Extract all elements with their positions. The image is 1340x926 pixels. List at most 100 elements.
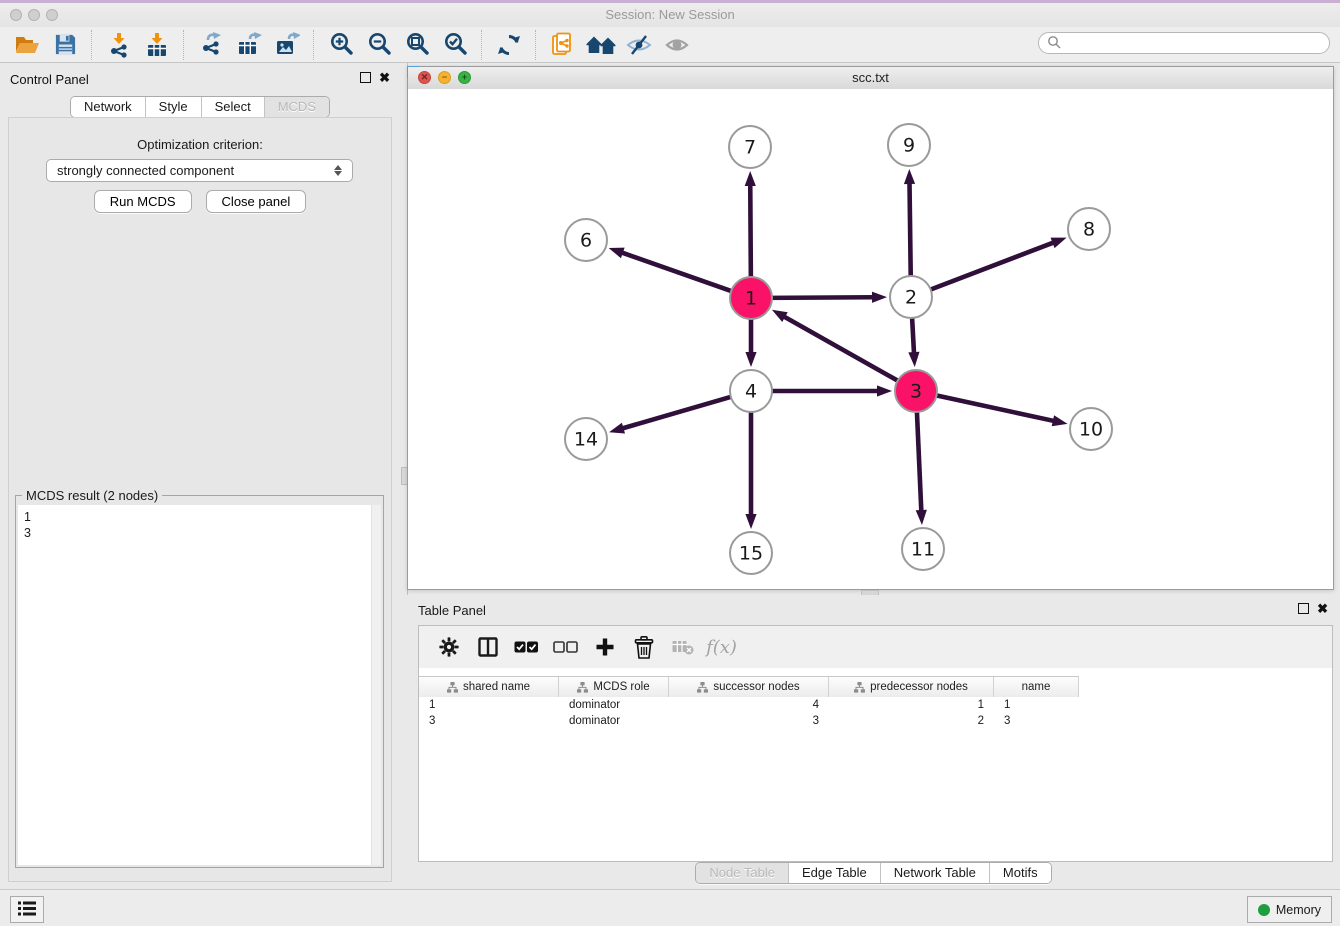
graph-node-8[interactable]: 8 xyxy=(1068,208,1110,250)
float-panel-icon[interactable] xyxy=(360,72,371,83)
graph-node-15[interactable]: 15 xyxy=(730,532,772,574)
export-network-icon[interactable] xyxy=(192,29,230,61)
graph-node-4[interactable]: 4 xyxy=(730,370,772,412)
graph-edge-3-11[interactable] xyxy=(916,410,927,525)
result-scrollbar[interactable] xyxy=(371,505,381,865)
svg-text:11: 11 xyxy=(911,539,935,561)
zoom-selected-icon[interactable] xyxy=(436,29,474,61)
graph-node-10[interactable]: 10 xyxy=(1070,408,1112,450)
graph-node-6[interactable]: 6 xyxy=(565,219,607,261)
graph-node-2[interactable]: 2 xyxy=(890,276,932,318)
export-image-icon[interactable] xyxy=(268,29,306,61)
run-mcds-button[interactable]: Run MCDS xyxy=(94,190,192,213)
app-titlebar[interactable]: Session: New Session xyxy=(0,0,1340,28)
home-icon[interactable] xyxy=(582,29,620,61)
network-window-titlebar[interactable]: ✕ − + scc.txt xyxy=(408,67,1333,90)
table-tab-edge-table[interactable]: Edge Table xyxy=(788,863,880,883)
column-tree-icon xyxy=(447,682,458,693)
graph-node-11[interactable]: 11 xyxy=(902,528,944,570)
toolbar-separator xyxy=(91,30,93,60)
tab-network[interactable]: Network xyxy=(71,97,145,117)
tab-select[interactable]: Select xyxy=(201,97,264,117)
table-cell[interactable]: 1 xyxy=(829,699,994,711)
graph-node-9[interactable]: 9 xyxy=(888,124,930,166)
zoom-in-icon[interactable] xyxy=(322,29,360,61)
import-network-icon[interactable] xyxy=(100,29,138,61)
graph-node-14[interactable]: 14 xyxy=(565,418,607,460)
graph-edge-3-1[interactable] xyxy=(772,310,900,382)
memory-button[interactable]: Memory xyxy=(1247,896,1332,923)
columns-icon[interactable] xyxy=(470,630,505,664)
graph-node-1[interactable]: 1 xyxy=(730,277,772,319)
network-canvas[interactable]: 1 2 3 4 6 7 8 9 10 11 14 15 xyxy=(408,89,1333,589)
deselect-all-icon[interactable] xyxy=(548,630,583,664)
settings-icon[interactable] xyxy=(431,630,466,664)
close-table-panel-icon[interactable]: ✖ xyxy=(1317,603,1328,614)
function-icon[interactable]: f(x) xyxy=(704,630,739,664)
column-header-MCDS-role[interactable]: MCDS role xyxy=(559,677,669,697)
select-all-icon[interactable] xyxy=(509,630,544,664)
save-session-icon[interactable] xyxy=(46,29,84,61)
column-header-shared-name[interactable]: shared name xyxy=(419,677,559,697)
search-field[interactable] xyxy=(1038,32,1330,54)
table-cell[interactable]: 3 xyxy=(669,715,829,727)
float-table-panel-icon[interactable] xyxy=(1298,603,1309,614)
criterion-select[interactable]: strongly connected component xyxy=(46,159,353,182)
control-panel: Control Panel ✖ NetworkStyleSelectMCDS O… xyxy=(0,63,400,890)
graph-edge-1-7[interactable] xyxy=(745,171,756,279)
graph-edge-4-14[interactable] xyxy=(609,396,733,433)
add-icon[interactable] xyxy=(587,630,622,664)
open-session-icon[interactable] xyxy=(8,29,46,61)
search-input[interactable] xyxy=(1066,35,1321,51)
graph-edge-2-9[interactable] xyxy=(904,169,915,278)
import-table-icon[interactable] xyxy=(138,29,176,61)
table-cell[interactable]: 1 xyxy=(994,699,1079,711)
table-cell[interactable]: 1 xyxy=(419,699,559,711)
graph-edge-3-10[interactable] xyxy=(935,395,1068,426)
hide-selected-icon[interactable] xyxy=(620,29,658,61)
column-header-name[interactable]: name xyxy=(994,677,1079,697)
column-label: MCDS role xyxy=(593,681,649,693)
network-file-icon[interactable] xyxy=(544,29,582,61)
table-cell[interactable]: dominator xyxy=(559,715,669,727)
tab-mcds[interactable]: MCDS xyxy=(264,97,329,117)
delete-icon[interactable] xyxy=(626,630,661,664)
export-table-icon[interactable] xyxy=(230,29,268,61)
graph-edge-4-15[interactable] xyxy=(745,410,756,529)
close-panel-icon[interactable]: ✖ xyxy=(379,72,390,83)
table-row[interactable]: 1dominator411 xyxy=(419,697,1332,713)
table-tab-network-table[interactable]: Network Table xyxy=(880,863,989,883)
graph-edge-1-4[interactable] xyxy=(745,317,756,367)
table-cell[interactable]: 4 xyxy=(669,699,829,711)
table-cell[interactable]: 3 xyxy=(419,715,559,727)
task-history-button[interactable] xyxy=(10,896,44,923)
graph-edge-1-2[interactable] xyxy=(770,292,887,303)
apply-layout-icon[interactable] xyxy=(490,29,528,61)
zoom-fit-icon[interactable] xyxy=(398,29,436,61)
table-rows: 1dominator4113dominator323 xyxy=(419,697,1332,861)
svg-text:14: 14 xyxy=(574,429,598,451)
network-window: ✕ − + scc.txt 1 2 3 4 6 7 8 9 10 11 14 15 xyxy=(407,66,1334,590)
table-cell[interactable]: 2 xyxy=(829,715,994,727)
graph-edge-1-6[interactable] xyxy=(609,248,733,292)
graph-edge-2-8[interactable] xyxy=(929,238,1067,291)
control-panel-tabs: NetworkStyleSelectMCDS xyxy=(70,96,330,118)
graph-edge-2-3[interactable] xyxy=(908,316,919,367)
mcds-result-area[interactable]: 1 3 xyxy=(18,505,381,865)
column-header-successor-nodes[interactable]: successor nodes xyxy=(669,677,829,697)
delete-table-icon[interactable] xyxy=(665,630,700,664)
close-panel-button[interactable]: Close panel xyxy=(206,190,307,213)
graph-edge-4-3[interactable] xyxy=(770,385,892,396)
search-icon xyxy=(1047,35,1061,52)
table-cell[interactable]: dominator xyxy=(559,699,669,711)
graph-node-3[interactable]: 3 xyxy=(895,370,937,412)
graph-node-7[interactable]: 7 xyxy=(729,126,771,168)
column-header-predecessor-nodes[interactable]: predecessor nodes xyxy=(829,677,994,697)
tab-style[interactable]: Style xyxy=(145,97,201,117)
show-all-icon[interactable] xyxy=(658,29,696,61)
table-tab-node-table[interactable]: Node Table xyxy=(696,863,788,883)
table-row[interactable]: 3dominator323 xyxy=(419,713,1332,729)
table-tab-motifs[interactable]: Motifs xyxy=(989,863,1051,883)
table-cell[interactable]: 3 xyxy=(994,715,1079,727)
zoom-out-icon[interactable] xyxy=(360,29,398,61)
